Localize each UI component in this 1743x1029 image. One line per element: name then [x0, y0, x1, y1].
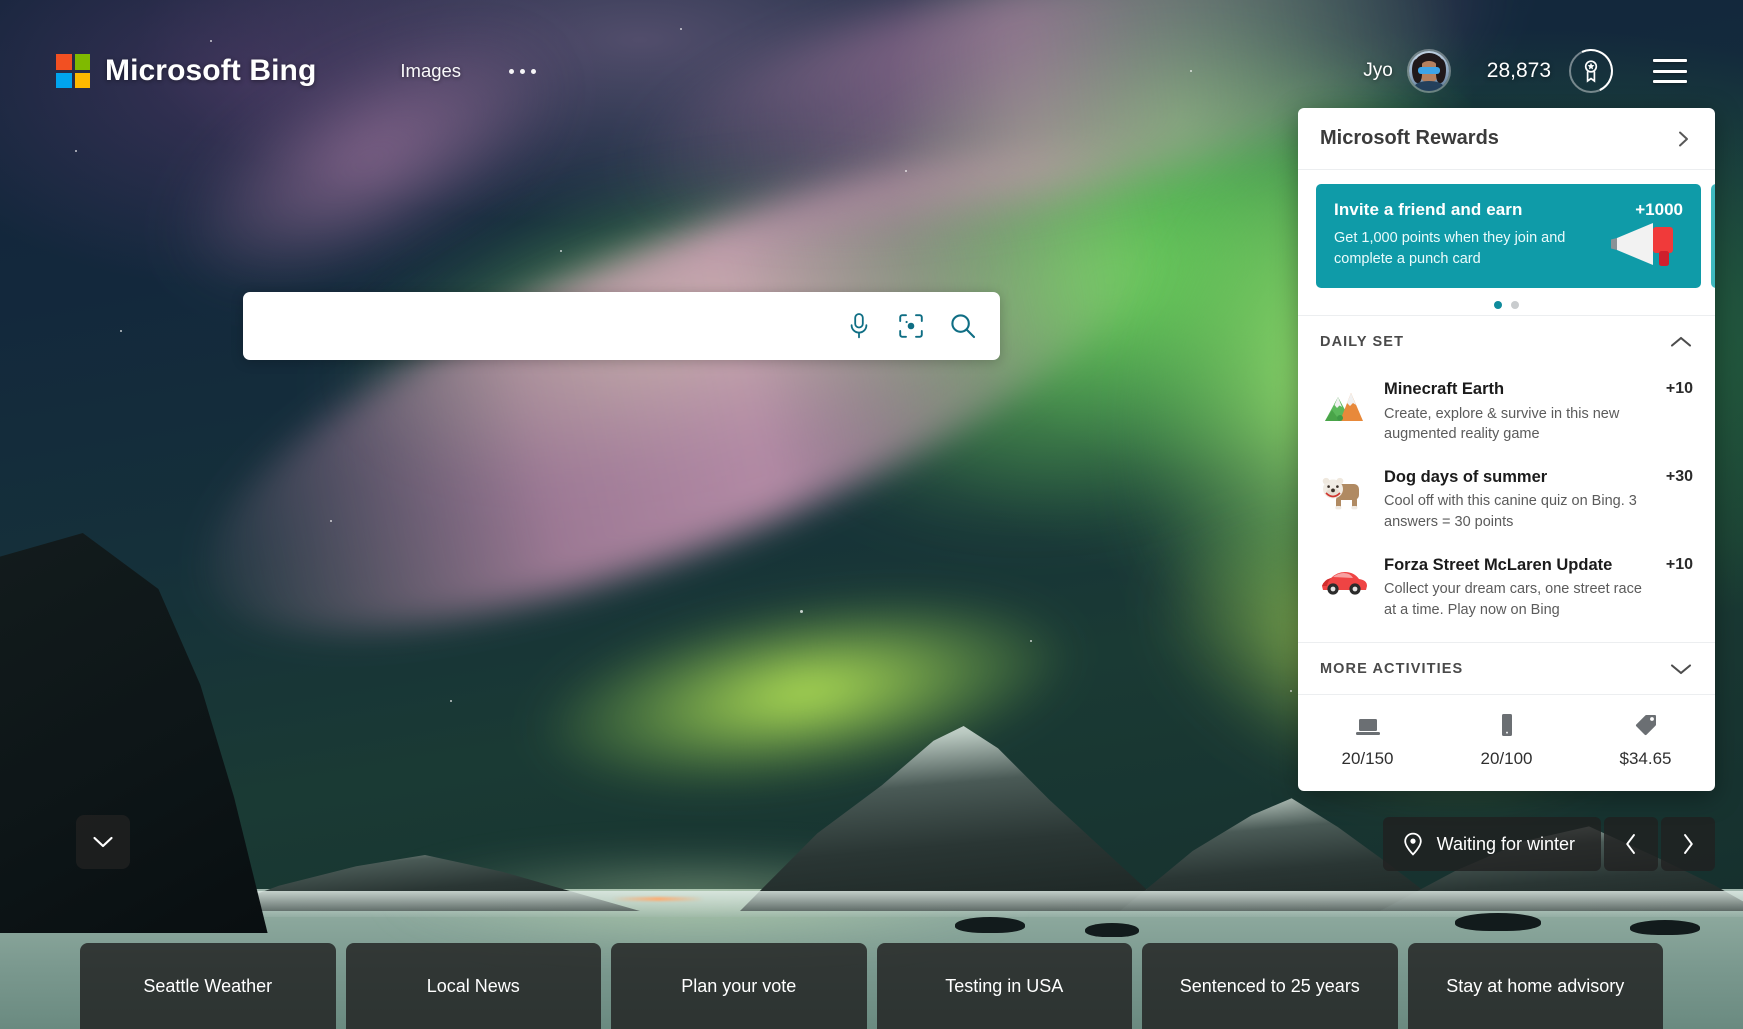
search-area — [243, 292, 1000, 360]
trending-tile-label: Sentenced to 25 years — [1179, 975, 1360, 996]
user-name[interactable]: Jyo — [1363, 60, 1393, 82]
activity-points: +10 — [1665, 555, 1693, 573]
tag-icon — [1634, 713, 1658, 737]
trending-tile[interactable]: Stay at home advisory — [1407, 943, 1663, 1029]
daily-set-section-header[interactable]: DAILY SET — [1298, 315, 1715, 367]
chevron-right-icon[interactable] — [1673, 129, 1693, 149]
image-caption[interactable]: Waiting for winter — [1382, 817, 1601, 871]
microsoft-logo-icon — [56, 54, 90, 88]
promo-carousel: Invite a friend and earn +1000 Get 1,000… — [1298, 170, 1715, 289]
trending-tile[interactable]: Plan your vote — [611, 943, 867, 1029]
trending-tile-label: Plan your vote — [681, 975, 797, 996]
header-right: Jyo 28,873 — [1363, 49, 1687, 93]
image-caption-bar: Waiting for winter — [1382, 817, 1715, 871]
activity-title: Forza Street McLaren Update — [1384, 555, 1613, 574]
chevron-up-icon[interactable] — [1669, 334, 1693, 350]
search-box[interactable] — [243, 292, 1000, 360]
rock — [1455, 913, 1541, 931]
promo-title: Invite a friend and earn — [1334, 200, 1523, 219]
rewards-panel-title: Microsoft Rewards — [1320, 127, 1499, 149]
trending-tile[interactable]: Sentenced to 25 years — [1142, 943, 1398, 1029]
mountain-icon — [1318, 379, 1370, 431]
daily-set-list: Minecraft Earth Create, explore & surviv… — [1298, 367, 1715, 642]
carousel-dots — [1298, 288, 1715, 315]
location-pin-icon — [1403, 832, 1423, 856]
primary-nav: Images — [400, 60, 538, 82]
nav-item-images[interactable]: Images — [400, 60, 461, 82]
trending-tile[interactable]: Testing in USA — [876, 943, 1132, 1029]
avatar[interactable] — [1408, 51, 1449, 91]
laptop-icon — [1355, 713, 1381, 737]
dog-icon — [1318, 467, 1370, 519]
stat-value: 20/150 — [1341, 749, 1394, 769]
rewards-stats-row: 20/150 20/100 $34.65 — [1298, 694, 1715, 791]
rewards-flyout-panel: Microsoft Rewards Invite a friend and ea… — [1298, 108, 1715, 792]
trending-tile[interactable]: Seattle Weather — [80, 943, 336, 1029]
image-caption-text: Waiting for winter — [1436, 833, 1575, 854]
stat-redeem-value[interactable]: $34.65 — [1576, 713, 1715, 769]
search-actions — [844, 311, 978, 341]
promo-card-invite-friend[interactable]: Invite a friend and earn +1000 Get 1,000… — [1316, 184, 1701, 289]
stat-mobile-searches[interactable]: 20/100 — [1437, 713, 1576, 769]
trending-tile-label: Stay at home advisory — [1446, 975, 1625, 996]
carousel-dot-1[interactable] — [1494, 301, 1502, 310]
expand-page-button[interactable] — [76, 815, 130, 869]
search-icon[interactable] — [948, 311, 978, 341]
rock — [955, 917, 1025, 933]
trending-tiles: Seattle Weather Local News Plan your vot… — [0, 943, 1743, 1029]
trending-tile-label: Seattle Weather — [143, 975, 273, 996]
bing-homepage: Microsoft Bing Images Jyo 28,873 Microso… — [0, 0, 1743, 1029]
mountain-main — [740, 726, 1170, 911]
trending-tile-label: Local News — [426, 975, 520, 996]
car-icon — [1318, 555, 1370, 607]
brand-name: Microsoft Bing — [105, 54, 317, 87]
promo-points: +1000 — [1635, 200, 1683, 219]
trending-tile-label: Testing in USA — [945, 975, 1064, 996]
more-activities-section-header[interactable]: MORE ACTIVITIES — [1298, 642, 1715, 694]
daily-set-item[interactable]: Minecraft Earth Create, explore & surviv… — [1298, 369, 1715, 457]
phone-icon — [1499, 713, 1515, 737]
distant-town-lights — [612, 897, 704, 901]
rewards-medal-icon[interactable] — [1569, 49, 1613, 93]
rock — [1630, 920, 1700, 935]
activity-title: Dog days of summer — [1384, 467, 1548, 486]
stat-pc-searches[interactable]: 20/150 — [1298, 713, 1437, 769]
more-activities-label: MORE ACTIVITIES — [1320, 660, 1464, 677]
trending-tile[interactable]: Local News — [345, 943, 601, 1029]
rewards-points-count[interactable]: 28,873 — [1487, 59, 1551, 83]
activity-description: Create, explore & survive in this new au… — [1384, 405, 1620, 443]
visual-search-icon[interactable] — [896, 311, 926, 341]
microphone-icon[interactable] — [844, 311, 874, 341]
activity-description: Collect your dream cars, one street race… — [1384, 581, 1642, 618]
more-menu-icon[interactable] — [507, 61, 538, 82]
daily-set-label: DAILY SET — [1320, 333, 1405, 350]
next-image-button[interactable] — [1661, 817, 1715, 871]
stat-value: $34.65 — [1619, 749, 1672, 769]
rewards-panel-header[interactable]: Microsoft Rewards — [1298, 108, 1715, 170]
activity-points: +30 — [1665, 467, 1693, 485]
daily-set-item[interactable]: Forza Street McLaren Update Collect your… — [1298, 545, 1715, 633]
activity-title: Minecraft Earth — [1384, 380, 1505, 399]
promo-card-next-peek[interactable] — [1711, 184, 1715, 289]
carousel-dot-2[interactable] — [1511, 301, 1519, 310]
previous-image-button[interactable] — [1604, 817, 1658, 871]
search-input[interactable] — [269, 314, 844, 338]
activity-points: +10 — [1665, 380, 1693, 398]
chevron-down-icon[interactable] — [1669, 661, 1693, 677]
megaphone-icon — [1609, 218, 1683, 270]
promo-description: Get 1,000 points when they join and comp… — [1334, 230, 1566, 268]
hamburger-menu-icon[interactable] — [1653, 59, 1687, 83]
rock — [1085, 923, 1139, 937]
daily-set-item[interactable]: Dog days of summer Cool off with this ca… — [1298, 457, 1715, 545]
bing-logo[interactable]: Microsoft Bing — [56, 54, 316, 88]
stat-value: 20/100 — [1480, 749, 1533, 769]
activity-description: Cool off with this canine quiz on Bing. … — [1384, 493, 1637, 531]
